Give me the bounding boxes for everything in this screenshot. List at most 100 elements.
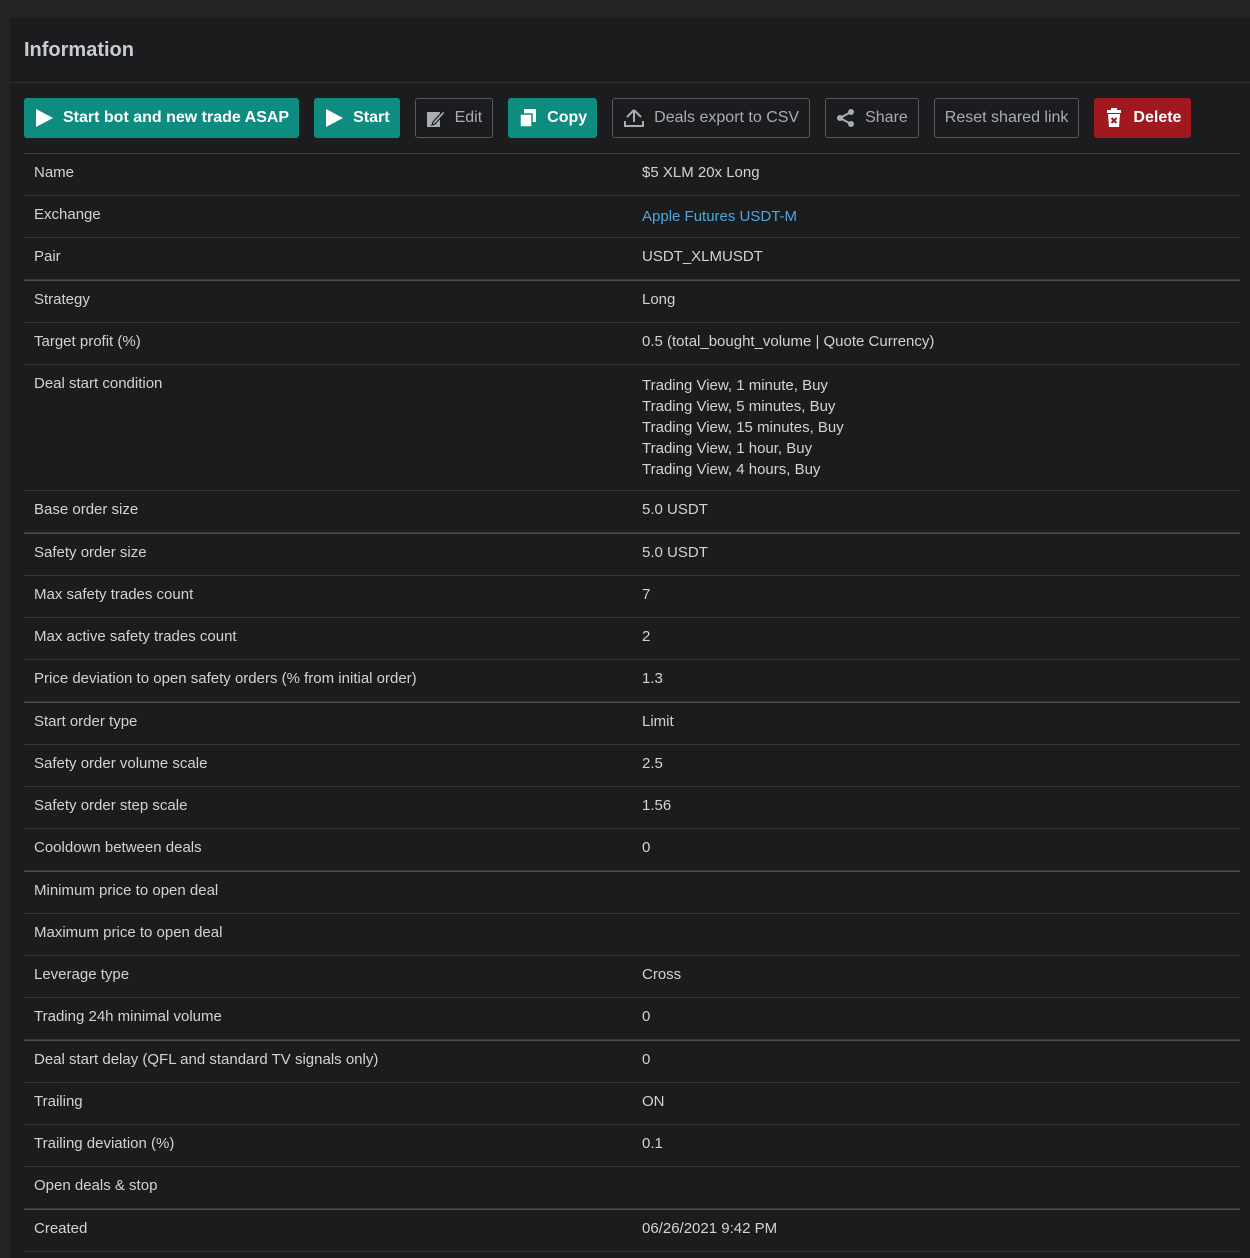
table-row: Exchange Apple Futures USDT-M [24,196,1240,238]
table-row: Name $5 XLM 20x Long [24,154,1240,196]
row-key: Target profit (%) [34,333,141,350]
table-row: Price deviation to open safety orders (%… [24,660,1240,702]
row-key: Maximum price to open deal [34,924,223,941]
row-value: 0.5 (total_bought_volume | Quote Currenc… [642,333,935,350]
delete-label: Delete [1133,109,1182,126]
copy-label: Copy [547,109,588,126]
row-value: 0 [642,839,651,856]
edit-label: Edit [454,109,483,126]
exchange-link[interactable]: Apple Futures USDT-M [642,206,1240,227]
table-row: Trading 24h minimal volume 0 [24,998,1240,1040]
row-value: 5.0 USDT [642,501,708,518]
table-row: Strategy Long [24,280,1240,323]
row-key: Trailing [34,1093,83,1110]
copy-button[interactable]: Copy [508,98,598,138]
row-value [642,914,1240,955]
row-key: Cooldown between deals [34,839,202,856]
row-key: Trading 24h minimal volume [34,1008,222,1025]
play-icon [324,108,344,128]
row-value: ON [642,1093,665,1110]
toolbar: Start bot and new trade ASAP Start Edit [24,98,1206,138]
play-icon [34,108,54,128]
table-row: Trailing deviation (%) 0.1 [24,1125,1240,1167]
row-value: 1.3 [642,670,663,687]
table-row: Leverage type Cross [24,956,1240,998]
table-row: Base order size 5.0 USDT [24,491,1240,533]
row-value: Apple Futures USDT-M [642,196,1240,237]
table-row: Safety order size 5.0 USDT [24,533,1240,576]
row-value: 5.0 USDT [642,544,708,561]
condition-line: Trading View, 5 minutes, Buy [642,398,836,415]
row-value [642,1167,1240,1208]
row-key: Safety order step scale [34,797,188,814]
table-row: Maximum price to open deal [24,914,1240,956]
row-value: 2 [642,628,651,645]
row-value: Long [642,291,676,308]
trash-icon [1104,108,1124,128]
share-button[interactable]: Share [825,98,919,138]
row-value: Limit [642,713,674,730]
row-key: Deal start delay (QFL and standard TV si… [34,1051,379,1068]
row-key: Start order type [34,713,138,730]
table-row: Safety order volume scale 2.5 [24,745,1240,787]
info-table: Name $5 XLM 20x Long Exchange Apple Futu… [24,153,1240,1252]
row-key: Pair [34,248,61,265]
table-row: Deal start delay (QFL and standard TV si… [24,1040,1240,1083]
reset-shared-link-button[interactable]: Reset shared link [933,98,1080,138]
edit-icon [426,108,446,128]
table-row: Safety order step scale 1.56 [24,787,1240,829]
row-key: Leverage type [34,966,130,983]
table-row: Max active safety trades count 2 [24,618,1240,660]
row-value: 0 [642,1051,651,1068]
table-row: Created 06/26/2021 9:42 PM [24,1209,1240,1252]
row-value: 06/26/2021 9:42 PM [642,1220,778,1237]
row-value: 1.56 [642,797,672,814]
table-row: Minimum price to open deal [24,871,1240,914]
table-row: Start order type Limit [24,702,1240,745]
table-row: Deal start condition Trading View, 1 min… [24,365,1240,491]
row-key: Max safety trades count [34,586,194,603]
start-label: Start [353,109,390,126]
copy-icon [518,108,538,128]
edit-button[interactable]: Edit [414,98,494,138]
export-csv-label: Deals export to CSV [654,109,800,126]
row-key: Minimum price to open deal [34,882,219,899]
condition-line: Trading View, 1 minute, Buy [642,377,828,394]
export-csv-button[interactable]: Deals export to CSV [612,98,811,138]
row-value: 2.5 [642,755,663,772]
condition-line: Trading View, 1 hour, Buy [642,440,813,457]
row-key: Safety order size [34,544,147,561]
table-row: Pair USDT_XLMUSDT [24,238,1240,280]
table-row: Target profit (%) 0.5 (total_bought_volu… [24,323,1240,365]
row-key: Safety order volume scale [34,755,208,772]
delete-button[interactable]: Delete [1094,98,1192,138]
row-value: 0 [642,1008,651,1025]
row-value: Cross [642,966,682,983]
row-key: Exchange [34,206,101,223]
start-asap-button[interactable]: Start bot and new trade ASAP [24,98,300,138]
row-key: Deal start condition [34,375,163,392]
row-key: Price deviation to open safety orders (%… [34,670,417,687]
row-key: Open deals & stop [34,1177,158,1194]
row-key: Strategy [34,291,90,308]
condition-line: Trading View, 4 hours, Buy [642,461,821,478]
table-row: Cooldown between deals 0 [24,829,1240,871]
row-key: Name [34,164,75,181]
row-value: Trading View, 1 minute, Buy Trading View… [642,365,1240,490]
row-key: Base order size [34,501,139,518]
table-row: Trailing ON [24,1083,1240,1125]
row-key: Trailing deviation (%) [34,1135,175,1152]
upload-icon [623,108,645,128]
share-icon [836,108,856,128]
panel-title: Information [10,18,1250,83]
row-value: 7 [642,586,651,603]
condition-line: Trading View, 15 minutes, Buy [642,419,844,436]
information-panel: Information Start bot and new trade ASAP… [10,18,1250,1258]
start-asap-label: Start bot and new trade ASAP [63,109,290,126]
row-value: USDT_XLMUSDT [642,248,763,265]
start-button[interactable]: Start [314,98,400,138]
row-value [642,872,1240,913]
row-value: $5 XLM 20x Long [642,164,760,181]
reset-shared-link-label: Reset shared link [944,109,1069,126]
row-key: Created [34,1220,88,1237]
